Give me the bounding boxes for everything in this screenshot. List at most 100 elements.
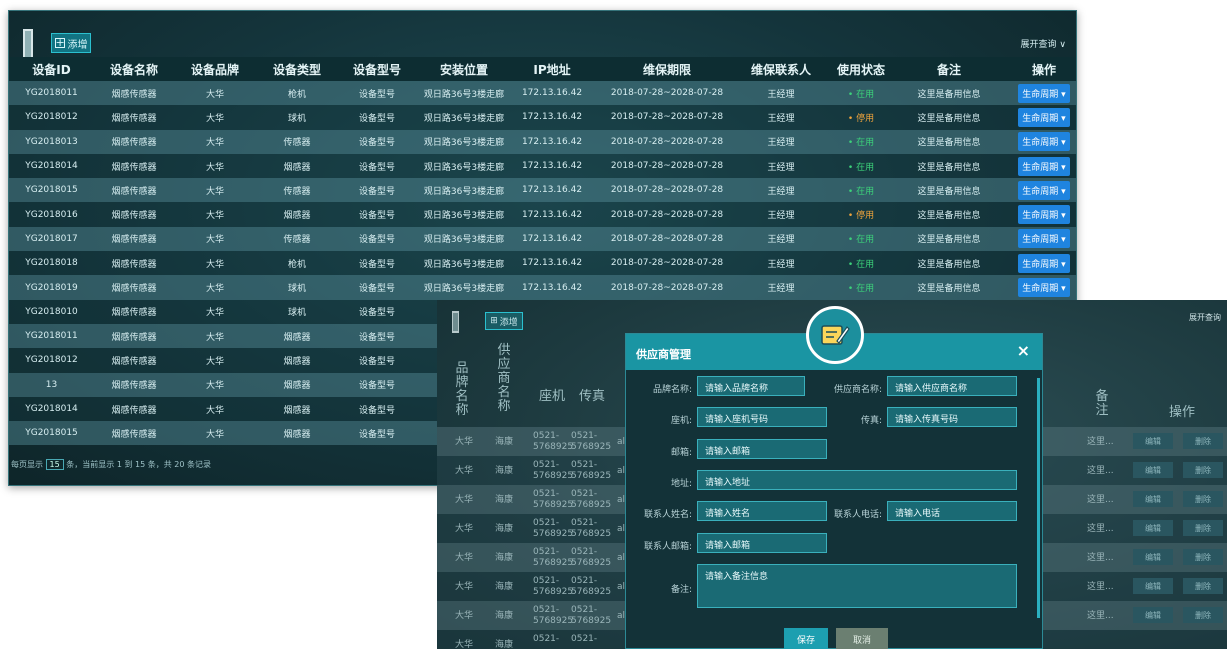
status-badge: • 停用: [847, 211, 875, 222]
fax-input[interactable]: 请输入传真号码: [887, 407, 1017, 427]
contact-email-input[interactable]: 请输入邮箱: [697, 533, 827, 553]
expand-query-toggle[interactable]: 展开查询: [1189, 312, 1221, 323]
edit-button[interactable]: 编辑: [1133, 462, 1173, 478]
delete-button[interactable]: 删除: [1183, 578, 1223, 594]
column-header: 设备名称: [94, 57, 174, 81]
contact-name-input[interactable]: 请输入姓名: [697, 501, 827, 521]
cell-contact: 王经理: [742, 129, 820, 154]
cell-id: YG2018012: [9, 348, 94, 373]
form-row-remark: 备注: 请输入备注信息: [626, 564, 1042, 610]
cell-fax: 0521-5768925: [571, 518, 612, 539]
add-supplier-button[interactable]: ⊞ 添增: [485, 312, 523, 330]
lifecycle-button[interactable]: 生命周期 ▾: [1018, 132, 1070, 152]
lifecycle-button[interactable]: 生命周期 ▾: [1018, 83, 1070, 103]
caret-down-icon: ▾: [1058, 113, 1066, 124]
cell-fax: 0521-5768925: [571, 431, 612, 452]
column-header: 设备品牌: [174, 57, 256, 81]
lifecycle-button[interactable]: 生命周期 ▾: [1018, 180, 1070, 200]
delete-button[interactable]: 删除: [1183, 433, 1223, 449]
delete-button[interactable]: 删除: [1183, 491, 1223, 507]
cell-type: 枪机: [256, 81, 338, 106]
modal-scrollbar[interactable]: [1037, 378, 1040, 618]
cell-location: 观日路36号3楼走廊: [416, 153, 512, 179]
email-input[interactable]: 请输入邮箱: [697, 439, 827, 459]
phone-label: 座机:: [670, 416, 692, 426]
save-button[interactable]: 保存: [784, 628, 828, 649]
cell-brand: 大华: [455, 437, 474, 447]
supplier-name-label: 供应商名称:: [833, 385, 882, 395]
edit-button[interactable]: 编辑: [1133, 433, 1173, 449]
cell-type: 球机: [256, 275, 338, 300]
edit-button[interactable]: 编辑: [1133, 549, 1173, 565]
lifecycle-label: 生命周期: [1022, 89, 1059, 100]
cell-id: YG2018013: [9, 129, 94, 154]
cell-id: YG2018014: [9, 153, 94, 179]
cell-ip: 172.13.16.42: [512, 251, 592, 276]
cell-id: YG2018017: [9, 226, 94, 252]
table-row: YG2018016 烟感传感器 大华 烟感器 设备型号 观日路36号3楼走廊 172.13.…: [9, 202, 1076, 227]
edit-button[interactable]: 编辑: [1133, 491, 1173, 507]
cell-id: 13: [9, 372, 94, 397]
lifecycle-label: 生命周期: [1022, 186, 1059, 197]
cell-name: 烟感传感器: [94, 251, 174, 276]
cell-name: 烟感传感器: [94, 372, 174, 397]
caret-down-icon: ▾: [1058, 89, 1066, 100]
lifecycle-button[interactable]: 生命周期 ▾: [1018, 107, 1070, 127]
lifecycle-button[interactable]: 生命周期 ▾: [1018, 156, 1070, 176]
pagination-info: 每页显示 15 条，当前显示 1 到 15 条，共 20 条记录: [11, 459, 211, 470]
expand-query-toggle[interactable]: 展开查询 ∨: [1021, 37, 1066, 50]
close-icon[interactable]: ×: [1017, 341, 1030, 360]
cell-location: 观日路36号3楼走廊: [416, 129, 512, 154]
address-input[interactable]: 请输入地址: [697, 470, 1017, 490]
cell-remark: 这里...: [1087, 582, 1114, 592]
lifecycle-button[interactable]: 生命周期 ▾: [1018, 205, 1070, 225]
cell-supplier: 海康: [495, 437, 514, 447]
lifecycle-button[interactable]: 生命周期 ▾: [1018, 278, 1070, 298]
caret-down-icon: ▾: [1058, 186, 1066, 197]
remark-textarea[interactable]: 请输入备注信息: [697, 564, 1017, 608]
status-badge: • 在用: [847, 259, 875, 270]
column-header: 设备型号: [338, 57, 416, 81]
cell-period: 2018-07-28~2028-07-28: [592, 275, 742, 300]
status-badge: • 在用: [847, 138, 875, 149]
edit-button[interactable]: 编辑: [1133, 578, 1173, 594]
cell-brand: 大华: [174, 202, 256, 227]
cell-supplier: 海康: [495, 582, 514, 592]
cell-extra: al: [617, 437, 626, 447]
edit-button[interactable]: 编辑: [1133, 520, 1173, 536]
supplier-name-input[interactable]: 请输入供应商名称: [887, 376, 1017, 396]
cell-brand: 大华: [455, 466, 474, 476]
cell-status: • 在用: [820, 81, 902, 106]
status-text: 在用: [856, 162, 875, 173]
status-badge: • 在用: [847, 89, 875, 100]
cell-id: YG2018019: [9, 275, 94, 300]
phone-input[interactable]: 请输入座机号码: [697, 407, 827, 427]
cell-fax: 0521-5768925: [571, 576, 612, 597]
add-device-button[interactable]: + 添增: [51, 33, 91, 53]
status-text: 停用: [856, 211, 875, 222]
cell-action: 生命周期 ▾: [996, 226, 1076, 252]
cancel-button[interactable]: 取消: [836, 628, 888, 649]
cell-type: 烟感器: [256, 421, 338, 446]
address-label: 地址:: [670, 479, 692, 489]
cell-model: 设备型号: [338, 372, 416, 397]
delete-button[interactable]: 删除: [1183, 462, 1223, 478]
cell-ip: 172.13.16.42: [512, 202, 592, 227]
cell-brand: 大华: [174, 348, 256, 373]
lifecycle-button[interactable]: 生命周期 ▾: [1018, 253, 1070, 273]
cell-status: • 在用: [820, 251, 902, 276]
delete-button[interactable]: 删除: [1183, 607, 1223, 623]
page-size-select[interactable]: 15: [45, 459, 64, 470]
contact-phone-input[interactable]: 请输入电话: [887, 501, 1017, 521]
cell-brand: 大华: [174, 129, 256, 154]
cell-phone: 0521-: [533, 634, 560, 644]
cell-brand: 大华: [455, 582, 474, 592]
brand-name-input[interactable]: 请输入品牌名称: [697, 376, 805, 396]
cell-id: YG2018010: [9, 299, 94, 324]
delete-button[interactable]: 删除: [1183, 549, 1223, 565]
edit-button[interactable]: 编辑: [1133, 607, 1173, 623]
delete-button[interactable]: 删除: [1183, 520, 1223, 536]
cell-extra: al: [617, 553, 626, 563]
cell-remark: 这里...: [1087, 611, 1114, 621]
lifecycle-button[interactable]: 生命周期 ▾: [1018, 229, 1070, 249]
